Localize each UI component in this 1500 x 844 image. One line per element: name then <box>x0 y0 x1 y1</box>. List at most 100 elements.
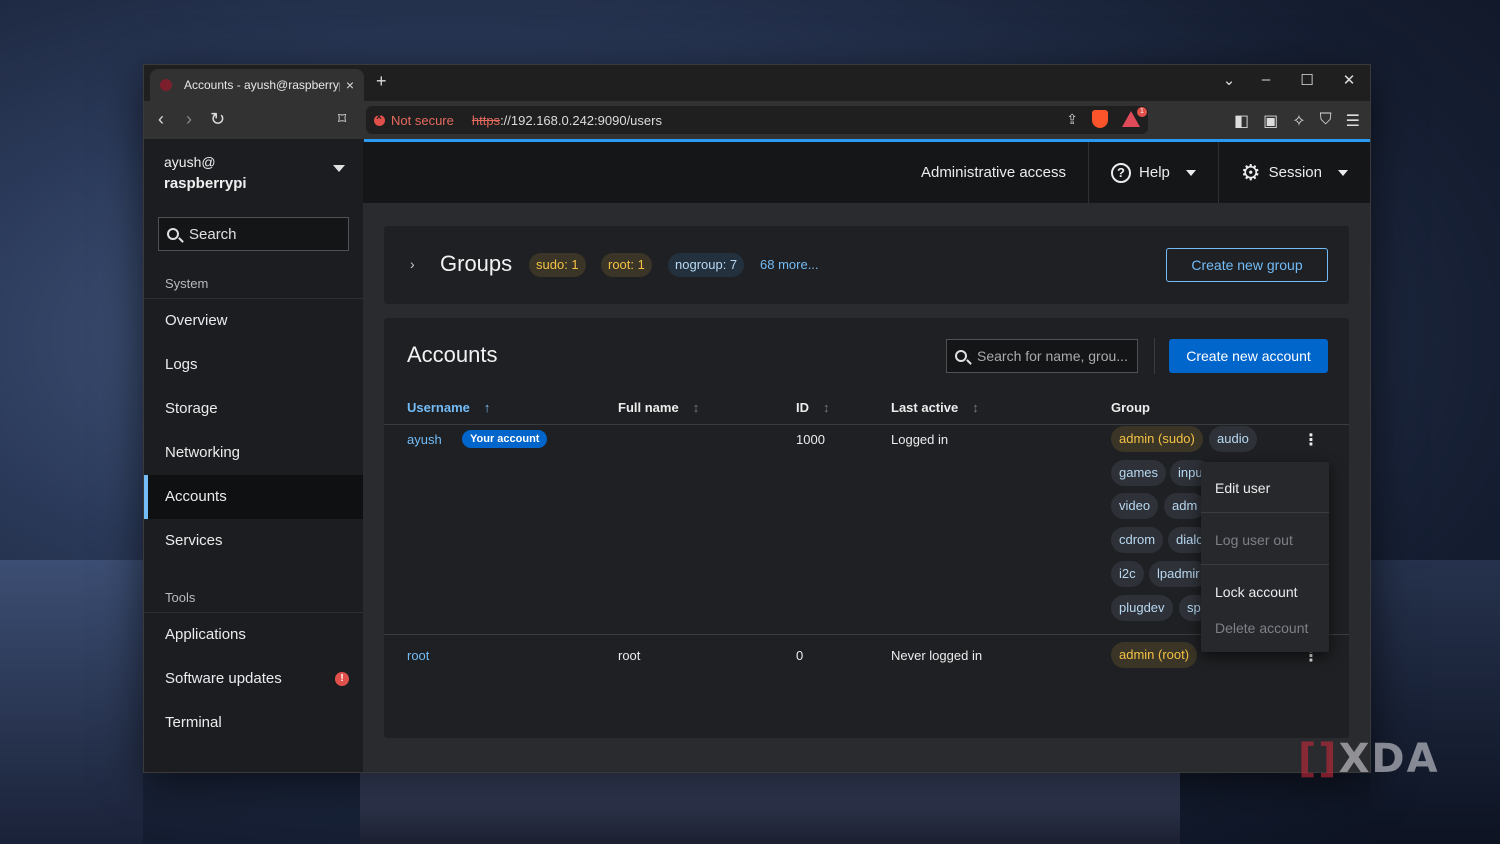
group-chip[interactable]: admin (sudo) <box>1111 426 1203 452</box>
sidebar-item-terminal[interactable]: Terminal <box>144 701 363 745</box>
xda-watermark-logo: []XDA <box>1298 736 1440 782</box>
leo-ai-icon[interactable]: ✧ <box>1292 111 1305 131</box>
help-menu[interactable]: ? Help <box>1088 142 1218 203</box>
user-id: 1000 <box>796 432 825 447</box>
more-groups-link[interactable]: 68 more... <box>760 257 819 272</box>
lock-account-menu-item[interactable]: Lock account <box>1215 584 1298 600</box>
delete-account-menu-item[interactable]: Delete account <box>1215 620 1308 636</box>
accounts-search-placeholder: Search for name, grou... <box>977 348 1128 364</box>
username-link[interactable]: root <box>407 648 429 663</box>
column-header-last-active[interactable]: Last active ↕ <box>891 400 979 415</box>
create-new-group-button[interactable]: Create new group <box>1166 248 1328 282</box>
toolbar-actions: ◧ ▣ ✧ ⛉ ☰ <box>1234 111 1360 131</box>
group-pill-root: root: 1 <box>601 253 652 277</box>
wallet-icon[interactable]: ▣ <box>1263 111 1278 131</box>
groups-title: Groups <box>440 251 513 276</box>
group-chip[interactable]: admin (root) <box>1111 642 1198 668</box>
column-label: Last active <box>891 400 959 415</box>
sort-icon: ↕ <box>692 400 700 415</box>
host-user: ayush@ <box>164 154 216 170</box>
column-header-group: Group <box>1111 400 1150 415</box>
toolbar-divider <box>1154 338 1155 374</box>
sidebar: ayush@ raspberrypi Search System Overvie… <box>144 139 363 772</box>
forward-icon[interactable]: › <box>186 109 192 130</box>
accounts-search-input[interactable]: Search for name, grou... <box>946 339 1138 373</box>
header-divider <box>384 424 1349 425</box>
user-actions-menu: Edit user Log user out Lock account Dele… <box>1201 462 1329 652</box>
main-content: Administrative access ? Help ⚙ Session ›… <box>363 142 1370 772</box>
group-chip[interactable]: plugdev <box>1111 595 1173 621</box>
tab-bar: Accounts - ayush@raspberrypi × + ⌄ – ☐ ✕ <box>144 65 1370 101</box>
sidebar-item-accounts[interactable]: Accounts <box>144 475 363 519</box>
edit-user-menu-item[interactable]: Edit user <box>1215 480 1270 496</box>
group-chip[interactable]: audio <box>1209 426 1257 452</box>
address-bar-actions: ⇪ 1 <box>1066 107 1147 128</box>
reload-icon[interactable]: ↻ <box>210 109 225 130</box>
maximize-icon[interactable]: ☐ <box>1295 71 1319 89</box>
log-user-out-menu-item[interactable]: Log user out <box>1215 532 1293 548</box>
group-chip[interactable]: adm <box>1164 493 1206 519</box>
group-chip[interactable]: video <box>1111 493 1159 519</box>
share-icon[interactable]: ⇪ <box>1066 111 1078 128</box>
row-actions-kebab-icon[interactable]: ⋮ <box>1303 430 1319 450</box>
group-chip[interactable]: i2c <box>1111 561 1144 587</box>
create-new-account-button[interactable]: Create new account <box>1169 339 1328 373</box>
close-tab-icon[interactable]: × <box>346 77 354 93</box>
not-secure-icon <box>374 112 385 126</box>
brave-shields-icon[interactable] <box>1092 110 1108 128</box>
menu-divider <box>1201 564 1329 565</box>
session-menu[interactable]: ⚙ Session <box>1217 142 1370 203</box>
search-icon <box>167 228 179 240</box>
sidebar-item-logs[interactable]: Logs <box>144 343 363 387</box>
new-tab-button[interactable]: + <box>376 71 387 92</box>
updates-alert-icon: ! <box>335 672 349 686</box>
menu-divider <box>1201 512 1329 513</box>
section-label-tools: Tools <box>144 583 363 613</box>
watermark-text: XDA <box>1338 736 1440 782</box>
menu-icon[interactable]: ☰ <box>1346 111 1360 131</box>
sidebar-search-input[interactable]: Search <box>158 217 349 251</box>
expand-groups-icon[interactable]: › <box>410 256 415 272</box>
bookmark-icon[interactable]: ⌑ <box>338 109 346 129</box>
sidebar-item-services[interactable]: Services <box>144 519 363 563</box>
not-secure-label[interactable]: Not secure <box>391 113 454 128</box>
column-header-full-name[interactable]: Full name ↕ <box>618 400 699 415</box>
sidebar-search-placeholder: Search <box>189 225 237 243</box>
chevron-down-icon <box>1185 169 1196 176</box>
sidebar-item-overview[interactable]: Overview <box>144 299 363 343</box>
back-icon[interactable]: ‹ <box>158 109 164 130</box>
minimize-icon[interactable]: – <box>1254 71 1278 88</box>
sidebar-item-applications[interactable]: Applications <box>144 613 363 657</box>
sort-icon: ↕ <box>972 400 979 415</box>
sidebar-toggle-icon[interactable]: ◧ <box>1234 111 1249 131</box>
address-bar[interactable]: Not secure https://192.168.0.242:9090/us… <box>366 106 1148 134</box>
username-link[interactable]: ayush <box>407 432 442 447</box>
accounts-title: Accounts <box>407 342 498 367</box>
host-switcher[interactable]: ayush@ raspberrypi <box>144 139 363 205</box>
group-chip[interactable]: cdrom <box>1111 527 1164 553</box>
group-chip[interactable]: lpadmir <box>1149 561 1208 587</box>
column-header-id[interactable]: ID ↕ <box>796 400 830 415</box>
group-pill-sudo: sudo: 1 <box>529 253 586 277</box>
sidebar-item-networking[interactable]: Networking <box>144 431 363 475</box>
close-window-icon[interactable]: ✕ <box>1337 71 1361 89</box>
chevron-down-icon <box>1338 169 1348 176</box>
tab-search-chevron-icon[interactable]: ⌄ <box>1217 71 1241 89</box>
administrative-access-button[interactable]: Administrative access <box>899 142 1088 203</box>
vpn-shield-icon[interactable]: ⛉ <box>1320 111 1332 131</box>
sidebar-item-software-updates[interactable]: Software updates ! <box>144 657 363 701</box>
column-header-username[interactable]: Username ↑ <box>407 400 490 415</box>
url-scheme: https <box>471 112 501 128</box>
help-icon: ? <box>1111 162 1132 183</box>
gear-icon: ⚙ <box>1240 159 1261 185</box>
browser-tab[interactable]: Accounts - ayush@raspberrypi × <box>150 69 364 101</box>
full-name: root <box>618 648 641 663</box>
last-active: Logged in <box>891 432 949 447</box>
help-label: Help <box>1139 164 1170 181</box>
sidebar-item-storage[interactable]: Storage <box>144 387 363 431</box>
browser-window: Accounts - ayush@raspberrypi × + ⌄ – ☐ ✕… <box>143 64 1371 773</box>
brave-rewards-icon[interactable]: 1 <box>1122 107 1147 127</box>
background-window-frame <box>0 560 143 844</box>
group-chip[interactable]: games <box>1111 460 1167 486</box>
your-account-badge: Your account <box>462 430 548 448</box>
